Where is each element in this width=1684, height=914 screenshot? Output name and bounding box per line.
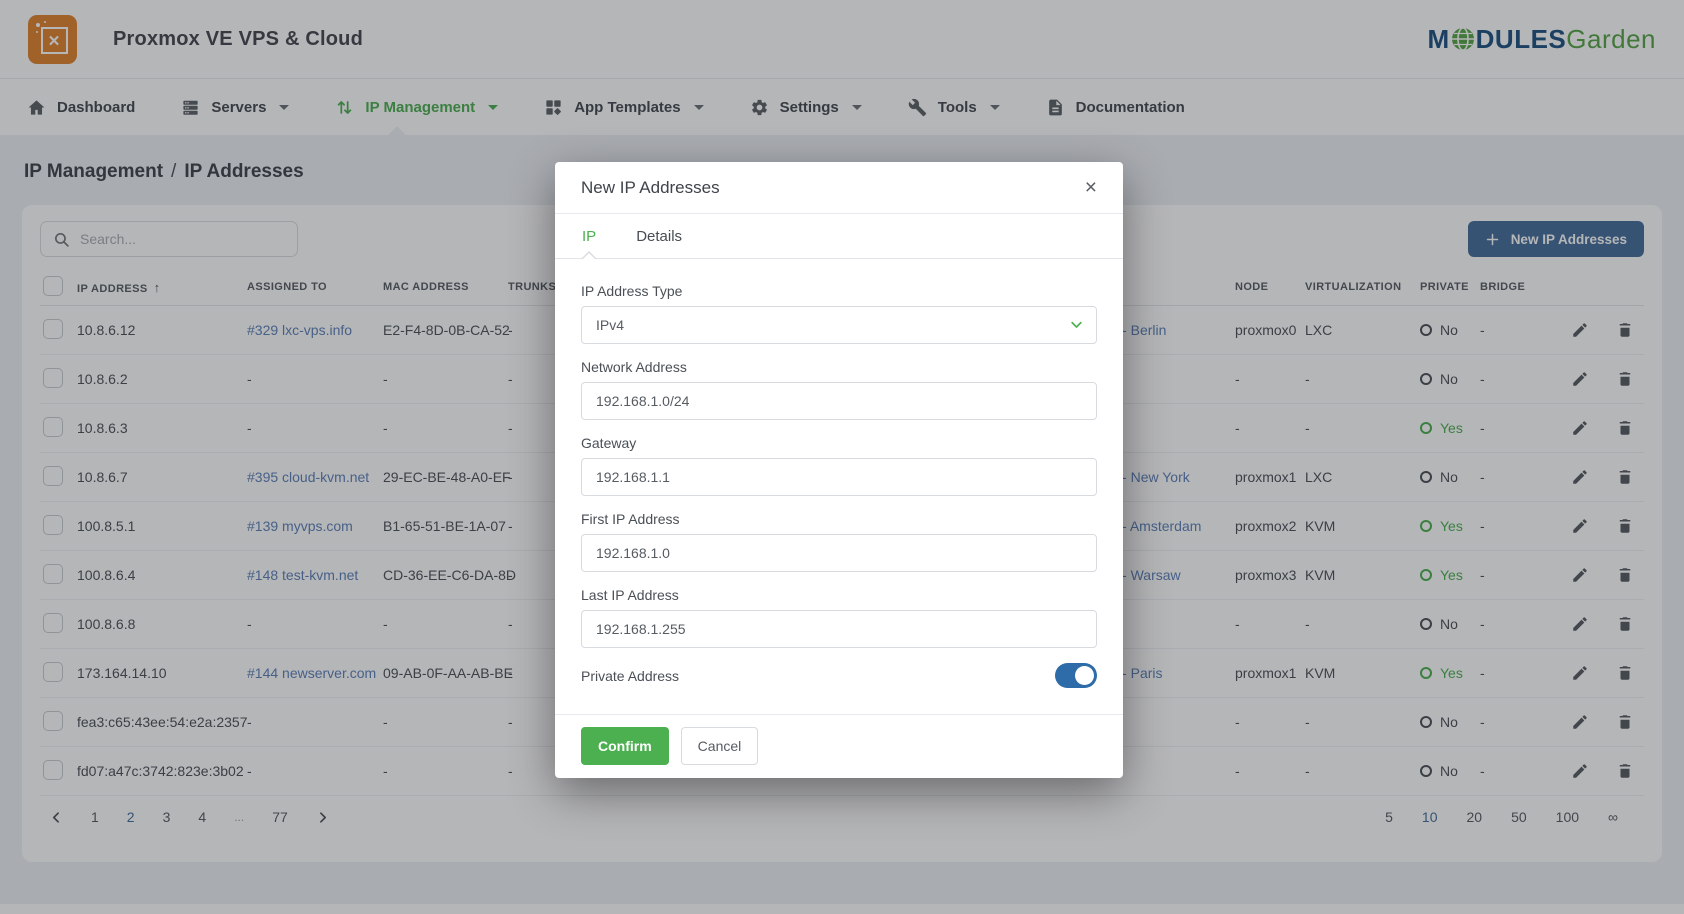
modal-header: New IP Addresses × — [555, 162, 1123, 214]
confirm-button[interactable]: Confirm — [581, 727, 669, 765]
close-icon[interactable]: × — [1085, 177, 1097, 198]
modal-body: IP Address Type IPv4 Network Address Gat… — [555, 259, 1123, 714]
last-ip-address-input[interactable] — [581, 610, 1097, 648]
ip-address-type-label: IP Address Type — [581, 283, 1097, 299]
modal-tabs: IP Details — [555, 214, 1123, 259]
private-address-toggle[interactable] — [1055, 663, 1097, 688]
network-address-input[interactable] — [581, 382, 1097, 420]
new-ip-addresses-modal: New IP Addresses × IP Details IP Address… — [555, 162, 1123, 778]
last-ip-address-label: Last IP Address — [581, 587, 1097, 603]
gateway-label: Gateway — [581, 435, 1097, 451]
private-address-label: Private Address — [581, 668, 679, 684]
gateway-input[interactable] — [581, 458, 1097, 496]
first-ip-address-label: First IP Address — [581, 511, 1097, 527]
tab-ip[interactable]: IP — [582, 214, 596, 258]
network-address-label: Network Address — [581, 359, 1097, 375]
chevron-down-icon — [1069, 317, 1084, 332]
first-ip-address-input[interactable] — [581, 534, 1097, 572]
modal-title: New IP Addresses — [581, 178, 720, 198]
modal-footer: Confirm Cancel — [555, 714, 1123, 778]
cancel-button[interactable]: Cancel — [681, 727, 759, 765]
ip-address-type-select[interactable]: IPv4 — [581, 306, 1097, 344]
toggle-knob — [1075, 666, 1094, 685]
tab-details[interactable]: Details — [636, 214, 682, 258]
